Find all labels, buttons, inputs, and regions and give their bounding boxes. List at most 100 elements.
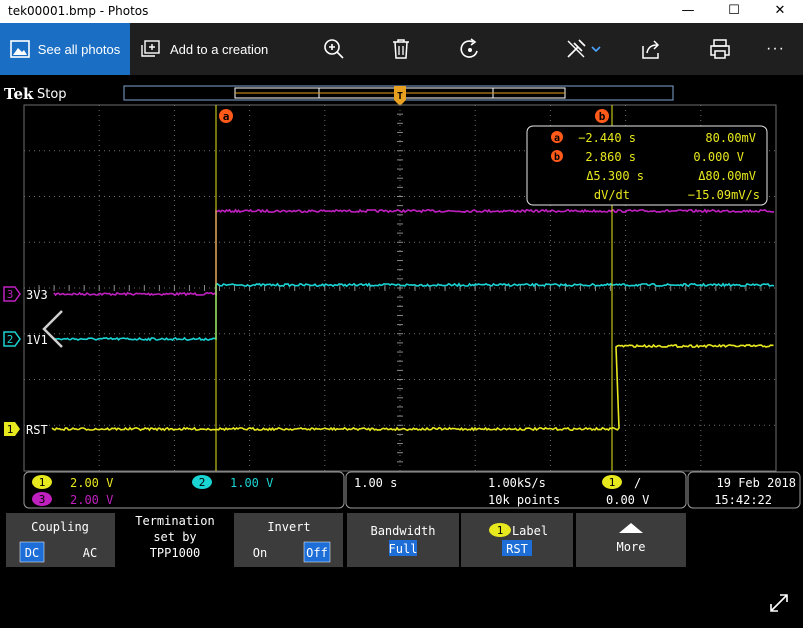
more-icon: ···	[766, 40, 785, 57]
ch1-label: RST	[26, 423, 48, 437]
label-value: RST	[506, 542, 528, 556]
svg-text:T: T	[397, 91, 403, 102]
expand-icon[interactable]	[768, 592, 790, 614]
coupling-dc-option: DC	[25, 546, 39, 560]
add-to-creation-button[interactable]: Add to a creation	[140, 23, 268, 75]
ch2-marker[interactable]: 2 1V1	[3, 331, 48, 347]
svg-text:b: b	[599, 110, 606, 123]
photos-toolbar: See all photos Add to a creation ···	[0, 23, 803, 75]
window-title: tek00001.bmp - Photos	[8, 4, 149, 18]
cursor-a-value: 80.00mV	[705, 131, 756, 145]
maximize-button[interactable]: ☐	[711, 0, 757, 23]
timebase-panel: 1.00 s 1.00kS/s 10k points 1 / 0.00 V	[345, 471, 687, 509]
title-bar: tek00001.bmp - Photos — ☐ ✕	[0, 0, 803, 23]
svg-text:Label: Label	[512, 524, 548, 538]
share-button[interactable]	[640, 23, 662, 75]
svg-text:2: 2	[7, 333, 14, 346]
cursor-delta-time: Δ5.300 s	[586, 169, 644, 183]
delete-icon	[391, 38, 411, 60]
svg-text:More: More	[617, 540, 646, 554]
svg-text:1: 1	[497, 524, 504, 537]
softkey-bar: Coupling DC AC Termination set by TPP100…	[6, 513, 686, 567]
ch2-label: 1V1	[26, 333, 48, 347]
trigger-position-marker: T	[394, 86, 406, 106]
rotate-icon	[459, 38, 483, 60]
svg-text:Bandwidth: Bandwidth	[370, 524, 435, 538]
termination-line-3: TPP1000	[150, 546, 201, 560]
share-icon	[640, 38, 662, 60]
waveform-traces	[51, 208, 775, 432]
ch1-trace	[51, 343, 774, 432]
zoom-in-icon	[323, 38, 345, 60]
more-options-button[interactable]: ···	[766, 23, 785, 75]
photos-icon	[9, 40, 30, 58]
close-button[interactable]: ✕	[757, 0, 803, 23]
cursor-b-time: 2.860 s	[585, 150, 636, 164]
channel-scale-panel: 1 2.00 V 2 1.00 V 3 2.00 V	[23, 471, 345, 509]
ch1-marker[interactable]: 1 RST	[4, 422, 48, 437]
svg-text:a: a	[554, 133, 560, 144]
cursor-delta-value: Δ80.00mV	[698, 169, 756, 183]
bandwidth-value: Full	[389, 542, 418, 556]
ch2-scale: 1.00 V	[230, 476, 273, 490]
sample-rate: 1.00kS/s	[488, 476, 546, 490]
delete-button[interactable]	[391, 23, 411, 75]
softkey-coupling[interactable]: Coupling DC AC	[6, 513, 115, 567]
invert-on-option: On	[253, 546, 267, 560]
softkey-termination: Termination set by TPP1000	[117, 513, 232, 567]
viewer-footer	[0, 567, 803, 628]
minimize-button[interactable]: —	[665, 0, 711, 23]
see-all-photos-button[interactable]: See all photos	[0, 23, 130, 75]
capture-date: 19 Feb 2018	[717, 476, 796, 490]
svg-text:b: b	[554, 152, 560, 163]
rotate-button[interactable]	[459, 23, 483, 75]
oscilloscope-screenshot: Tek Stop T a b a b −2.440 s 80.00mV 2.86…	[0, 75, 803, 567]
ch3-scale: 2.00 V	[70, 493, 113, 507]
cursor-b-value: 0.000 V	[693, 150, 744, 164]
ch3-label: 3V3	[26, 288, 48, 302]
time-per-division: 1.00 s	[354, 476, 397, 490]
ch2-trace	[53, 282, 775, 342]
ch1-scale: 2.00 V	[70, 476, 113, 490]
zoom-in-button[interactable]	[323, 23, 345, 75]
cursor-a-time: −2.440 s	[578, 131, 636, 145]
termination-line-1: Termination	[135, 514, 214, 528]
softkey-bandwidth[interactable]: Bandwidth Full	[347, 513, 459, 567]
acquisition-state: Stop	[37, 87, 67, 102]
see-all-photos-label: See all photos	[37, 41, 121, 57]
print-button[interactable]	[709, 23, 731, 75]
edit-button[interactable]	[565, 23, 601, 75]
svg-text:2: 2	[199, 476, 206, 489]
trigger-level: 0.00 V	[606, 493, 649, 507]
edit-icon	[565, 38, 587, 60]
svg-text:Coupling: Coupling	[31, 520, 89, 534]
svg-text:a: a	[223, 110, 230, 123]
svg-text:1: 1	[39, 476, 46, 489]
svg-text:3: 3	[7, 288, 14, 301]
svg-text:Invert: Invert	[267, 520, 310, 534]
cursor-b-marker: b	[595, 109, 609, 123]
svg-text:3: 3	[39, 493, 46, 506]
tek-logo: Tek	[4, 85, 34, 103]
svg-text:1: 1	[609, 476, 616, 489]
ch3-marker[interactable]: 3 3V3	[3, 286, 48, 302]
svg-text:1: 1	[7, 423, 14, 436]
record-length: 10k points	[488, 493, 560, 507]
cursor-slope-label: dV/dt	[594, 188, 630, 202]
softkey-more[interactable]: More	[576, 513, 686, 567]
termination-line-2: set by	[153, 530, 196, 544]
softkey-invert[interactable]: Invert On Off	[234, 513, 343, 567]
cursor-slope-value: −15.09mV/s	[688, 188, 760, 202]
coupling-ac-option: AC	[83, 546, 97, 560]
date-time-panel: 19 Feb 2018 15:42:22	[687, 471, 801, 509]
cursor-a-marker: a	[219, 109, 233, 123]
add-creation-icon	[140, 40, 160, 58]
invert-off-option: Off	[306, 546, 328, 560]
print-icon	[709, 38, 731, 60]
add-to-creation-label: Add to a creation	[170, 41, 269, 57]
scope-display: Tek Stop T a b a b −2.440 s 80.00mV 2.86…	[3, 85, 801, 567]
ch3-trace	[53, 208, 775, 297]
softkey-label[interactable]: 1 Label RST	[461, 513, 573, 567]
chevron-down-icon	[591, 45, 601, 53]
cursor-readout-panel: a b −2.440 s 80.00mV 2.860 s 0.000 V Δ5.…	[526, 125, 768, 206]
